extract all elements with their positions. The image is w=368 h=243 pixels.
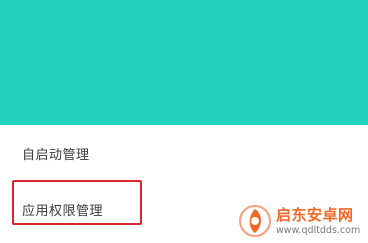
watermark-title: 启东安卓网 [276,206,354,224]
menu-item-autostart-management[interactable]: 自启动管理 [22,144,90,163]
highlight-box [12,180,142,225]
watermark-logo-icon [239,205,271,237]
watermark: 启东安卓网 www.qdltdds.com [238,203,366,241]
teal-header [0,0,368,125]
watermark-url: www.qdltdds.com [276,225,361,236]
